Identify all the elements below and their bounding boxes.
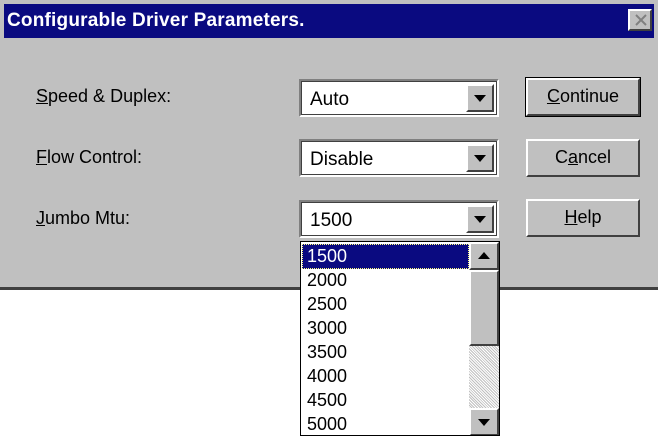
vertical-scrollbar[interactable] xyxy=(469,242,499,435)
jumbo-mtu-dropdown-button[interactable] xyxy=(466,205,494,233)
close-icon xyxy=(635,14,647,26)
close-button[interactable] xyxy=(628,9,652,31)
arrow-up-icon xyxy=(478,252,490,259)
list-item[interactable]: 2500 xyxy=(302,292,469,317)
scroll-down-button[interactable] xyxy=(469,408,499,435)
title-bar: Configurable Driver Parameters. xyxy=(4,4,654,38)
cancel-button[interactable]: Cancel xyxy=(526,139,640,177)
flow-control-value: Disable xyxy=(310,149,374,170)
flow-control-select[interactable]: Disable xyxy=(299,139,499,177)
continue-button[interactable]: Continue xyxy=(525,77,641,117)
jumbo-mtu-label: Jumbo Mtu: xyxy=(36,208,131,228)
chevron-down-icon xyxy=(474,95,486,102)
list-item[interactable]: 2000 xyxy=(302,268,469,293)
flow-control-label: Flow Control: xyxy=(36,147,143,167)
speed-duplex-label: Speed & Duplex: xyxy=(36,86,172,106)
scroll-up-button[interactable] xyxy=(469,242,499,270)
scroll-thumb[interactable] xyxy=(469,270,499,346)
list-item[interactable]: 4500 xyxy=(302,388,469,413)
jumbo-mtu-select[interactable]: 1500 xyxy=(299,200,499,238)
flow-control-dropdown-button[interactable] xyxy=(466,144,494,172)
speed-duplex-value: Auto xyxy=(310,89,350,110)
list-item[interactable]: 5000 xyxy=(302,412,469,435)
speed-duplex-select[interactable]: Auto xyxy=(299,79,499,117)
speed-duplex-dropdown-button[interactable] xyxy=(466,84,494,112)
jumbo-mtu-options-list[interactable]: 1500 2000 2500 3000 3500 4000 4500 5000 xyxy=(300,241,500,436)
list-item[interactable]: 3500 xyxy=(302,340,469,365)
jumbo-mtu-value: 1500 xyxy=(310,210,353,231)
chevron-down-icon xyxy=(474,216,486,223)
help-button[interactable]: Help xyxy=(526,199,640,237)
dialog-title: Configurable Driver Parameters. xyxy=(7,10,305,31)
list-item[interactable]: 3000 xyxy=(302,316,469,341)
arrow-down-icon xyxy=(478,419,490,426)
list-item[interactable]: 1500 xyxy=(302,244,469,269)
list-item[interactable]: 4000 xyxy=(302,364,469,389)
chevron-down-icon xyxy=(474,155,486,162)
